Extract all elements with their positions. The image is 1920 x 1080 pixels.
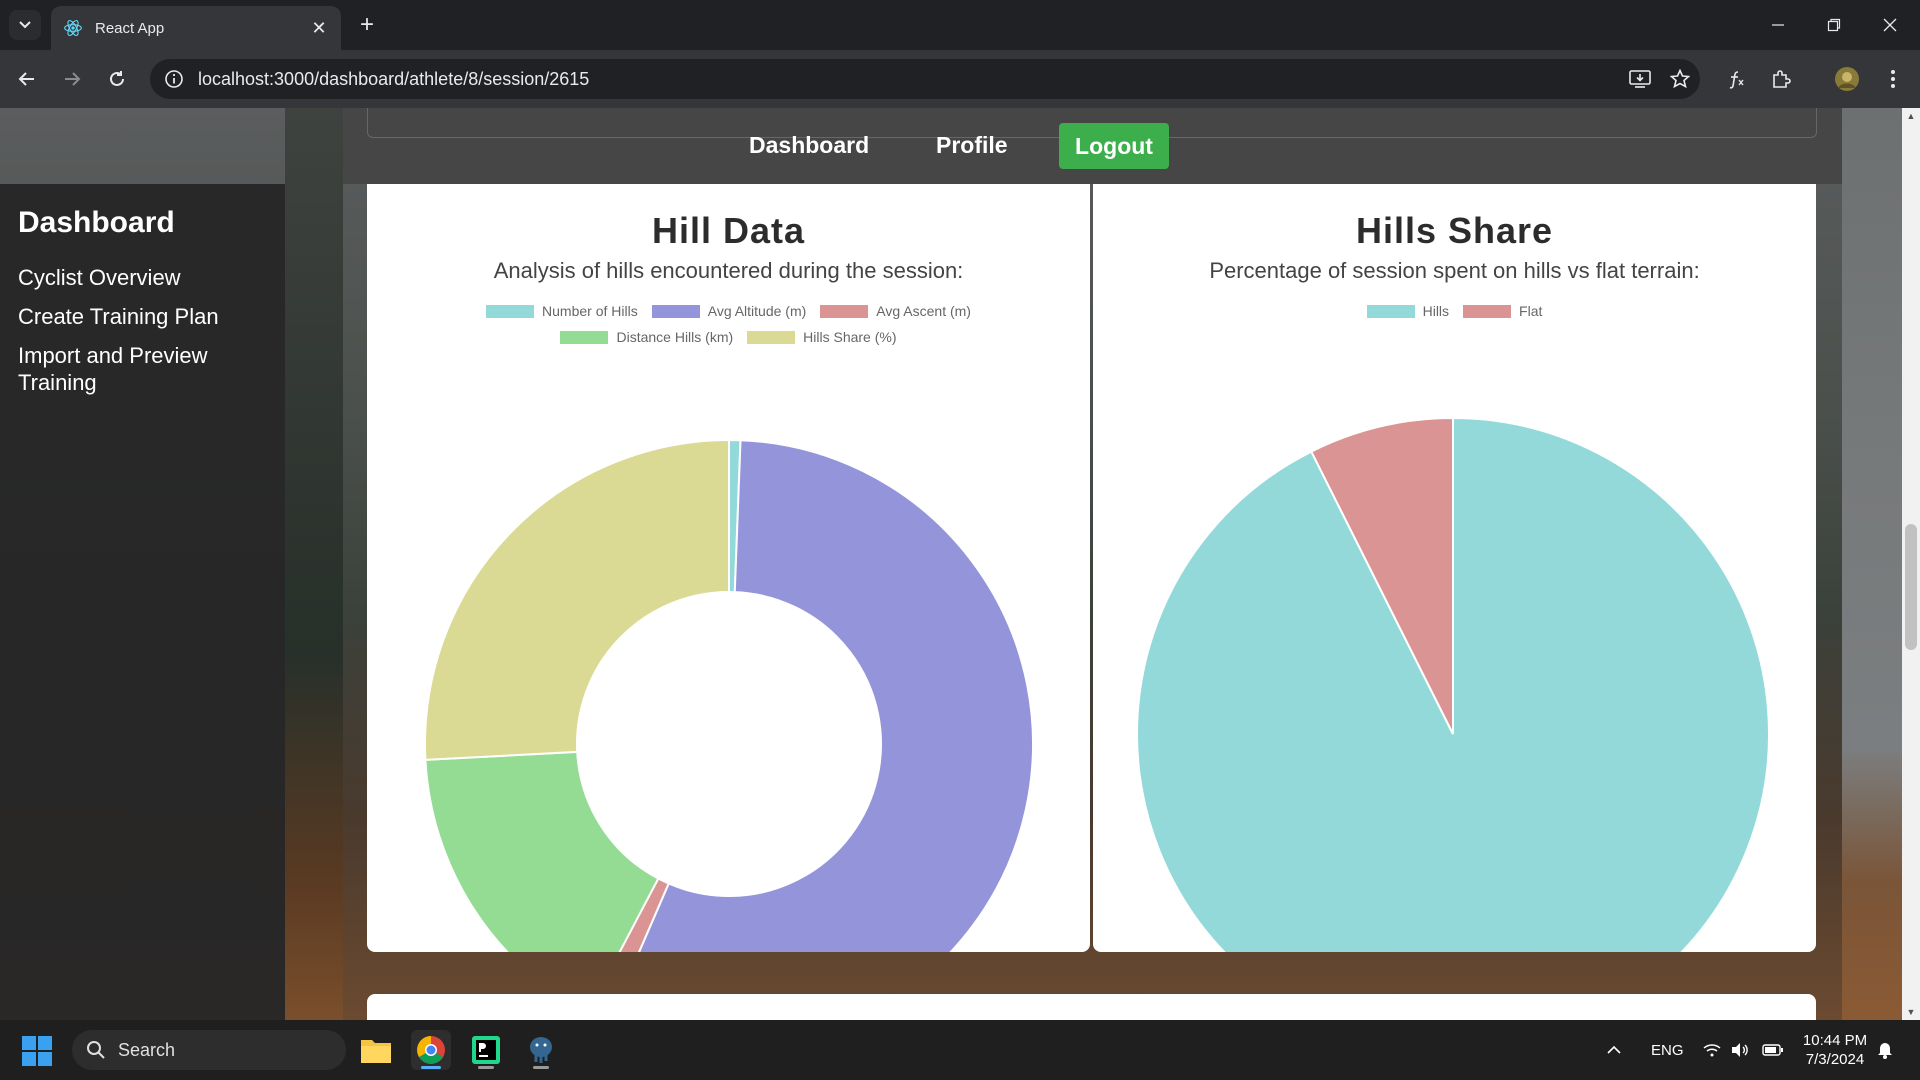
- scroll-up-arrow-icon[interactable]: ▲: [1902, 108, 1920, 124]
- chrome-app[interactable]: [411, 1030, 451, 1070]
- tab-search-button[interactable]: [9, 10, 41, 40]
- kebab-menu-icon: [1891, 70, 1895, 88]
- windows-logo-icon: [38, 1052, 52, 1066]
- notifications-button[interactable]: [1877, 1020, 1893, 1080]
- nav-profile-link[interactable]: Profile: [936, 132, 1008, 159]
- tab-title: React App: [95, 19, 165, 37]
- running-app-indicator: [478, 1066, 494, 1069]
- forward-arrow-icon: [65, 72, 81, 86]
- chrome-icon: [417, 1036, 445, 1064]
- browser-tabbar: React App ✕ +: [0, 0, 1920, 50]
- folder-icon: [361, 1040, 391, 1063]
- minimize-icon: [1772, 24, 1784, 26]
- windows-logo-icon: [38, 1036, 52, 1050]
- react-logo-icon: [64, 20, 82, 36]
- bell-icon: [1878, 1043, 1892, 1059]
- tray-overflow-button[interactable]: [1606, 1020, 1622, 1080]
- page-scrollbar[interactable]: ▲ ▼: [1902, 108, 1920, 1020]
- search-placeholder: Search: [118, 1039, 176, 1060]
- minimize-button[interactable]: [1750, 0, 1806, 50]
- volume-button[interactable]: [1731, 1020, 1749, 1080]
- chart-slice-hills-share[interactable]: [424, 438, 730, 761]
- profile-button[interactable]: [1830, 62, 1864, 96]
- forest-background-right: [1842, 108, 1902, 1020]
- taskbar-search[interactable]: Search: [72, 1030, 346, 1070]
- language-indicator[interactable]: ENG: [1651, 1020, 1684, 1080]
- running-app-indicator: [533, 1066, 549, 1069]
- install-app-button[interactable]: [1620, 59, 1660, 99]
- browser-toolbar: localhost:3000/dashboard/athlete/8/sessi…: [0, 50, 1920, 108]
- sidebar-item-cyclist-overview[interactable]: Cyclist Overview: [18, 264, 267, 291]
- puzzle-icon: [1773, 70, 1791, 88]
- bookmark-button[interactable]: [1660, 59, 1700, 99]
- wifi-icon: [1703, 1044, 1721, 1057]
- hills-share-pie-chart: [1136, 416, 1770, 952]
- windows-logo-icon: [22, 1036, 36, 1050]
- function-button[interactable]: [1719, 62, 1753, 96]
- nav-dashboard-link[interactable]: Dashboard: [749, 132, 869, 159]
- avatar-icon: [1835, 67, 1859, 91]
- function-icon: [1729, 71, 1744, 89]
- back-button[interactable]: [10, 62, 44, 96]
- extensions-button[interactable]: [1764, 62, 1798, 96]
- sidebar-item-create-training-plan[interactable]: Create Training Plan: [18, 303, 267, 330]
- star-icon: [1670, 69, 1690, 89]
- clock-date: 7/3/2024: [1805, 1051, 1865, 1068]
- file-explorer-app[interactable]: [356, 1030, 396, 1070]
- hill-data-card: Hill Data Analysis of hills encountered …: [367, 184, 1090, 952]
- close-icon: [1883, 18, 1897, 32]
- windows-taskbar: Search ENG 10:44 PM 7/3/2024: [0, 1020, 1920, 1080]
- pycharm-icon: [472, 1036, 500, 1064]
- clock-time: 10:44 PM: [1802, 1032, 1868, 1049]
- window-close-button[interactable]: [1862, 0, 1918, 50]
- address-bar[interactable]: localhost:3000/dashboard/athlete/8/sessi…: [150, 59, 1700, 99]
- forward-button[interactable]: [55, 62, 89, 96]
- pgadmin-app[interactable]: [521, 1030, 561, 1070]
- sidebar: Dashboard Cyclist Overview Create Traini…: [0, 184, 285, 1020]
- forest-background-left: [285, 108, 343, 1020]
- chevron-down-icon: [19, 21, 31, 29]
- wifi-button[interactable]: [1703, 1020, 1721, 1080]
- battery-icon: [1762, 1044, 1783, 1056]
- reload-icon: [110, 71, 124, 86]
- new-tab-button[interactable]: +: [352, 10, 382, 40]
- hills-share-card: Hills Share Percentage of session spent …: [1093, 184, 1816, 952]
- restore-icon: [1827, 18, 1841, 32]
- restore-button[interactable]: [1806, 0, 1862, 50]
- info-icon: [165, 70, 183, 88]
- speaker-icon: [1732, 1043, 1748, 1057]
- chart-slice-distance-hills-km[interactable]: [424, 750, 660, 952]
- close-icon[interactable]: ✕: [309, 18, 329, 39]
- windows-start-button[interactable]: [22, 1036, 52, 1066]
- back-arrow-icon: [18, 72, 34, 86]
- active-app-indicator: [421, 1066, 441, 1069]
- install-app-icon: [1629, 70, 1651, 88]
- logout-button[interactable]: Logout: [1059, 123, 1169, 169]
- sidebar-title: Dashboard: [18, 206, 175, 239]
- scroll-down-arrow-icon[interactable]: ▼: [1902, 1004, 1920, 1020]
- browser-menu-button[interactable]: [1876, 62, 1910, 96]
- hill-data-doughnut-chart: [424, 438, 1034, 952]
- battery-button[interactable]: [1762, 1020, 1784, 1080]
- postgresql-elephant-icon: [530, 1037, 552, 1063]
- next-section-card: [367, 994, 1816, 1020]
- taskbar-clock[interactable]: 10:44 PM 7/3/2024: [1800, 1031, 1870, 1069]
- search-icon: [87, 1041, 105, 1059]
- windows-logo-icon: [22, 1052, 36, 1066]
- top-navigation: Dashboard Profile Logout: [343, 108, 1842, 184]
- pycharm-app[interactable]: [466, 1030, 506, 1070]
- browser-tab[interactable]: React App ✕: [51, 6, 341, 50]
- scroll-thumb[interactable]: [1905, 524, 1917, 650]
- chevron-up-icon: [1607, 1045, 1621, 1054]
- reload-button[interactable]: [100, 62, 134, 96]
- url-text[interactable]: localhost:3000/dashboard/athlete/8/sessi…: [198, 69, 1620, 90]
- site-info-button[interactable]: [154, 59, 194, 99]
- sidebar-item-import-preview-training[interactable]: Import and Preview Training: [18, 342, 228, 396]
- page-viewport: Dashboard Cyclist Overview Create Traini…: [0, 108, 1920, 1020]
